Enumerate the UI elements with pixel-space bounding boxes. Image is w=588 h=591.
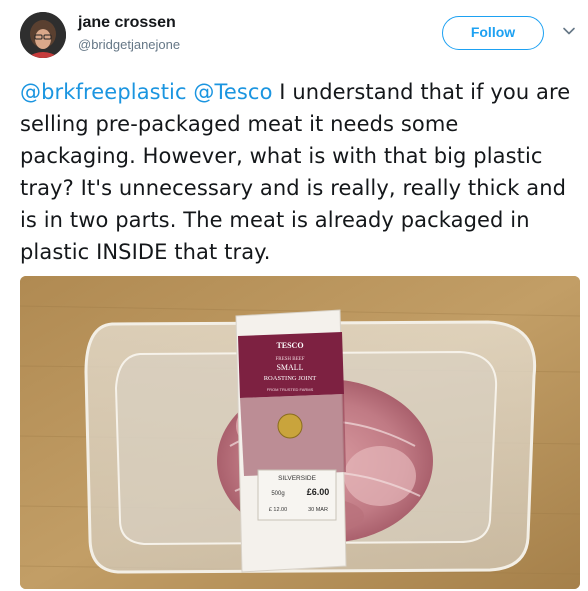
user-display-name[interactable]: jane crossen [78,14,176,32]
label-banner: FROM TRUSTED FARMS [267,387,314,392]
tweet-text: @brkfreeplastic @Tesco I understand that… [20,76,580,268]
label-price: £6.00 [307,487,330,497]
mention-tesco[interactable]: @Tesco [193,80,272,104]
label-cut: SILVERSIDE [278,475,316,482]
avatar[interactable] [20,12,66,58]
label-per-kg: £ 12.00 [269,507,287,513]
label-line2: SMALL [276,363,303,372]
label-brand: TESCO [276,341,303,350]
mention-brkfreeplastic[interactable]: @brkfreeplastic [20,80,187,104]
chevron-down-icon[interactable] [562,24,576,38]
follow-button[interactable]: Follow [442,16,544,50]
label-line3: ROASTING JOINT [264,375,317,382]
label-use-by: 30 MAR [308,507,328,513]
tweet-photo[interactable]: TESCO FRESH BEEF SMALL ROASTING JOINT FR… [20,276,580,589]
user-handle[interactable]: @bridgetjanejone [78,37,180,52]
tweet-body: I understand that if you are selling pre… [20,80,571,264]
label-weight: 500g [271,491,284,497]
label-line1: FRESH BEEF [275,357,304,362]
